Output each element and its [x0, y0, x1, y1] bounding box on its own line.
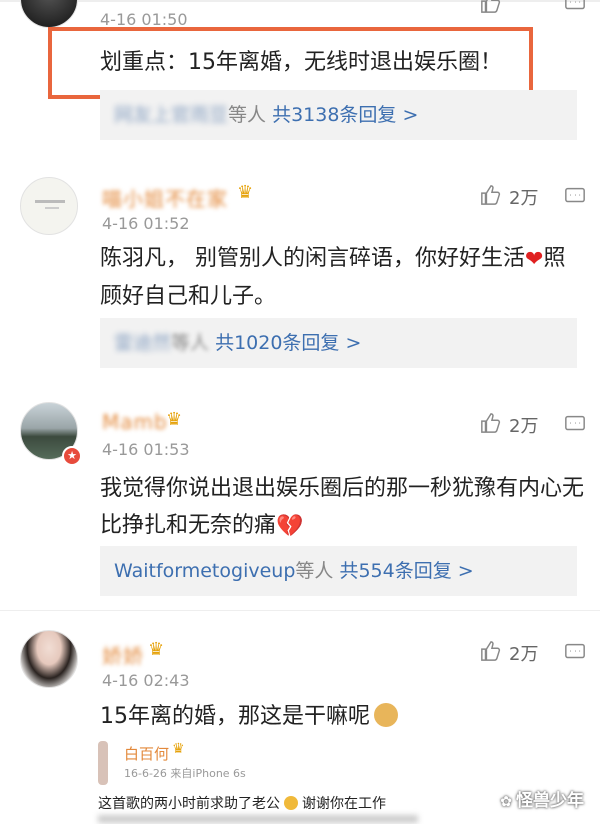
doge-emoji-icon: [374, 703, 398, 727]
comment-time: 4-16 01:53: [102, 440, 190, 459]
top-divider: [0, 0, 600, 2]
reply-names: 雷迪然: [114, 332, 172, 354]
comment-icon[interactable]: [564, 0, 586, 14]
quote-meta: 16-6-26 来自iPhone 6s: [124, 767, 246, 780]
comment-line: 顾好自己和儿子。: [100, 283, 277, 309]
reply-summary[interactable]: 网友上官雨豆等人 共3138条回复 >: [100, 90, 577, 140]
reply-summary[interactable]: Waitformetogiveup等人 共554条回复 >: [100, 546, 577, 596]
like-icon[interactable]: [480, 0, 502, 14]
crown-icon: ♛: [237, 182, 254, 203]
avatar[interactable]: [20, 630, 78, 688]
reply-names: Waitformetogiveup: [114, 560, 296, 582]
crown-icon: ♛: [148, 639, 165, 660]
comment-line: 陈羽凡， 别管别人的闲言碎语，你好好生活: [100, 246, 525, 271]
comment-icon[interactable]: [564, 185, 586, 207]
comment-icon[interactable]: [564, 413, 586, 435]
username[interactable]: 娇娇: [102, 640, 144, 669]
reply-count-link[interactable]: 共3138条回复 >: [272, 104, 418, 126]
avatar[interactable]: [20, 0, 78, 28]
like-count: 2万: [509, 188, 539, 209]
like-count: 2万: [509, 416, 539, 437]
quote-text: 这首歌的两小时前求助了老公 谢谢你在工作: [98, 793, 386, 813]
reply-suffix: 等人: [171, 332, 210, 354]
reply-summary[interactable]: 雷迪然等人 共1020条回复 >: [100, 318, 577, 368]
comment-icon[interactable]: [564, 641, 586, 663]
comment-line: 比挣扎和无奈的痛: [100, 513, 277, 538]
username[interactable]: 喵小姐不在家: [102, 183, 228, 212]
comment-content: 陈羽凡， 别管别人的闲言碎语，你好好生活❤照 顾好自己和儿子。: [100, 240, 580, 315]
quote-avatar: [98, 741, 108, 785]
username[interactable]: Mamb: [102, 410, 168, 434]
watermark-text: 怪兽少年: [516, 791, 584, 811]
comment-content: 15年离的婚，那这是干嘛呢: [100, 698, 398, 735]
reply-suffix: 等人: [228, 104, 267, 126]
crown-icon: ♛: [166, 409, 183, 430]
broken-heart-emoji-icon: 💔: [276, 513, 304, 539]
quote-username: 白百何: [124, 745, 170, 763]
emoji-icon: [284, 796, 298, 810]
wechat-icon: ✿: [500, 794, 512, 810]
comment-content: 我觉得你说出退出娱乐圈后的那一秒犹豫有内心无 比挣扎和无奈的痛💔: [100, 470, 585, 545]
like-icon[interactable]: [480, 640, 502, 662]
quote-line: 谢谢你在工作: [302, 796, 386, 812]
highlight-box: [48, 27, 533, 99]
quoted-post-card[interactable]: 白百何 ♛ 16-6-26 来自iPhone 6s 这首歌的两小时前求助了老公 谢…: [98, 735, 428, 824]
avatar[interactable]: [20, 177, 78, 235]
comment-line: 照: [543, 246, 566, 271]
like-icon[interactable]: [480, 184, 502, 206]
reply-suffix: 等人: [295, 560, 334, 582]
watermark: ✿ 怪兽少年: [500, 786, 584, 811]
comment-line: 我觉得你说出退出娱乐圈后的那一秒犹豫有内心无: [100, 476, 585, 501]
like-count: 2万: [509, 644, 539, 665]
comment-line: 15年离的婚，那这是干嘛呢: [100, 704, 370, 729]
crown-icon: ♛: [172, 741, 185, 757]
heart-emoji-icon: ❤: [525, 246, 544, 272]
like-icon[interactable]: [480, 412, 502, 434]
comment-time: 4-16 01:52: [102, 214, 190, 233]
reply-count-link[interactable]: 共1020条回复 >: [215, 332, 361, 354]
reply-names: 网友上官雨豆: [114, 104, 229, 126]
section-divider: [0, 610, 600, 611]
quote-blurred-line: [98, 815, 418, 823]
quote-line: 这首歌的两小时前求助了老公: [98, 796, 280, 812]
verified-badge-icon: ★: [62, 446, 82, 466]
reply-count-link[interactable]: 共554条回复 >: [339, 560, 473, 582]
comment-time: 4-16 02:43: [102, 671, 190, 690]
